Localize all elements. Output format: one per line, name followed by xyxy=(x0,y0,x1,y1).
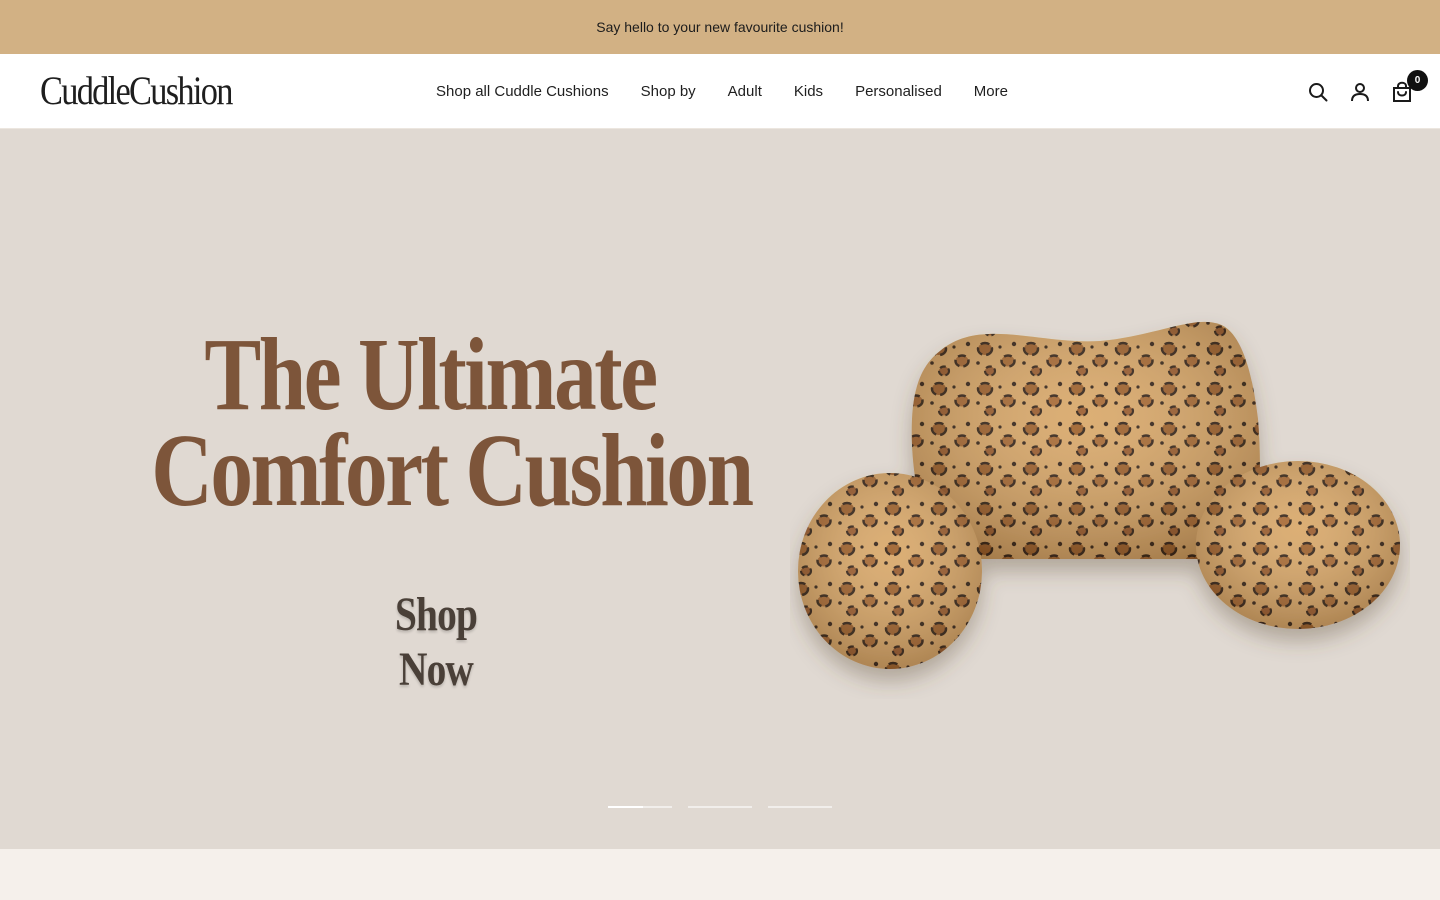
nav-shop-by[interactable]: Shop by xyxy=(641,83,696,100)
hero-headline-line-2: Comfort Cushion xyxy=(151,413,754,528)
slide-dot-2[interactable] xyxy=(688,806,752,808)
site-header: CuddleCushion Shop all Cuddle Cushions S… xyxy=(0,54,1440,129)
nav-shop-all[interactable]: Shop all Cuddle Cushions xyxy=(436,83,609,100)
announcement-text: Say hello to your new favourite cushion! xyxy=(596,19,844,35)
hero-headline-line-1: The Ultimate xyxy=(204,317,658,432)
slide-dot-3[interactable] xyxy=(768,806,832,808)
cart-icon[interactable]: 0 xyxy=(1390,69,1428,104)
site-logo[interactable]: CuddleCushion xyxy=(40,68,233,114)
hero-headline: The Ultimate Comfort Cushion xyxy=(151,317,754,528)
shop-now-button[interactable]: Shop Now xyxy=(354,587,518,697)
main-navigation: Shop all Cuddle Cushions Shop by Adult K… xyxy=(436,54,1040,129)
header-actions: 0 xyxy=(1288,54,1428,129)
slide-dot-1[interactable] xyxy=(608,806,672,808)
cart-count-badge: 0 xyxy=(1407,69,1428,91)
next-section xyxy=(0,849,1440,900)
slideshow-pagination xyxy=(608,806,848,808)
account-icon[interactable] xyxy=(1348,80,1372,104)
hero-product-image[interactable] xyxy=(790,299,1410,699)
nav-personalised[interactable]: Personalised xyxy=(855,83,942,100)
announcement-bar: Say hello to your new favourite cushion! xyxy=(0,0,1440,54)
hero-slideshow[interactable]: The Ultimate Comfort Cushion Shop Now xyxy=(0,129,1440,849)
nav-more[interactable]: More xyxy=(974,83,1008,100)
search-icon[interactable] xyxy=(1306,80,1330,104)
nav-kids[interactable]: Kids xyxy=(794,83,823,100)
nav-adult[interactable]: Adult xyxy=(728,83,762,100)
